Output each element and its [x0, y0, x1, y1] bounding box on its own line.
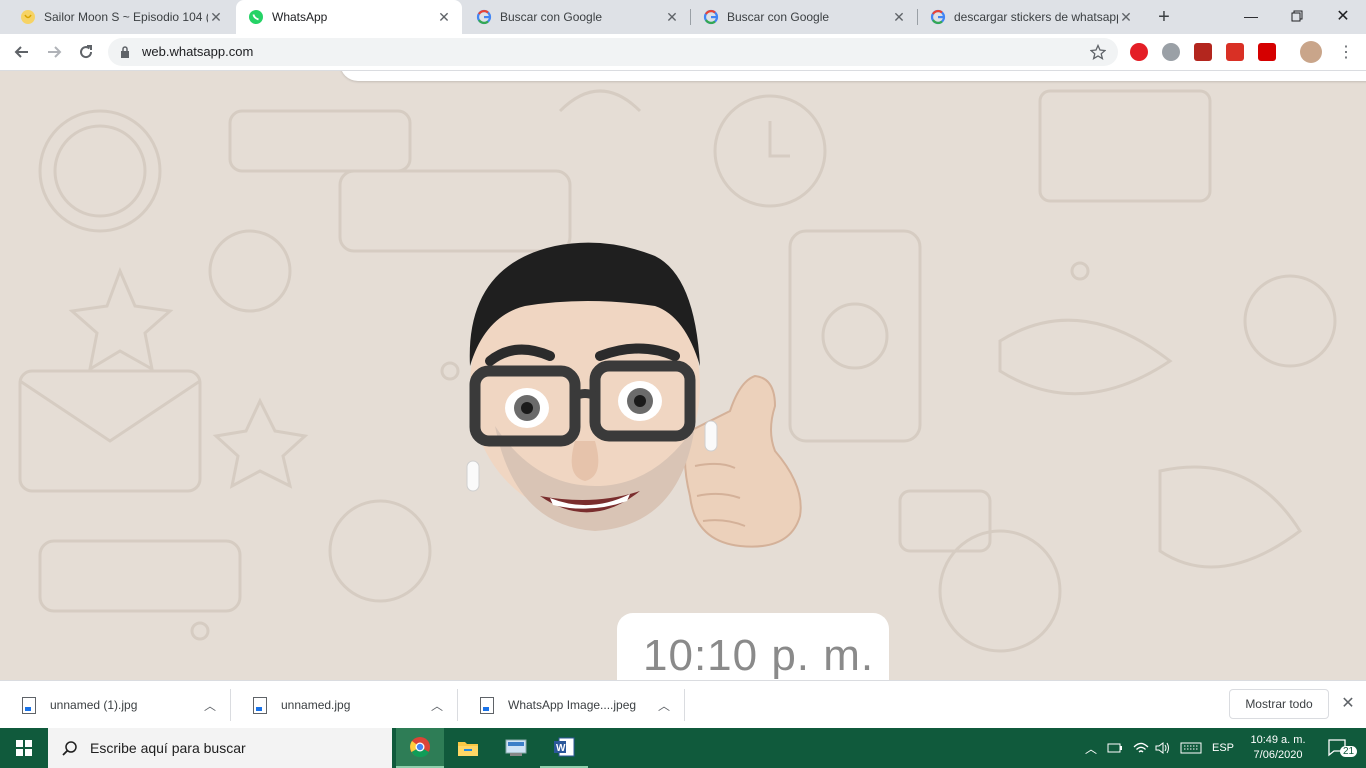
- close-tab-icon[interactable]: ✕: [891, 9, 907, 25]
- adblock-extension-icon[interactable]: [1226, 43, 1244, 61]
- download-item[interactable]: WhatsApp Image....jpeg ︿: [458, 681, 684, 729]
- address-bar[interactable]: web.whatsapp.com: [108, 38, 1118, 66]
- forward-arrow-icon: [48, 46, 62, 58]
- wifi-icon[interactable]: [1130, 728, 1152, 768]
- memoji-thumbs-up-sticker[interactable]: [455, 196, 815, 556]
- language-indicator[interactable]: ESP: [1206, 728, 1240, 768]
- close-tab-icon[interactable]: ✕: [208, 9, 224, 25]
- svg-text:W: W: [556, 743, 566, 754]
- forward-button[interactable]: [42, 40, 66, 64]
- url-text: web.whatsapp.com: [142, 44, 254, 59]
- show-hidden-icons[interactable]: ︿: [1082, 728, 1100, 768]
- close-window-button[interactable]: ✕: [1320, 0, 1366, 32]
- touch-keyboard-icon: [1180, 742, 1202, 754]
- volume-icon[interactable]: [1152, 728, 1174, 768]
- battery-icon: [1107, 743, 1122, 753]
- skype-extension-icon[interactable]: [1162, 43, 1180, 61]
- restore-icon: [1291, 10, 1303, 22]
- taskbar-word[interactable]: W: [540, 728, 588, 768]
- google-icon: [930, 9, 946, 25]
- power-icon[interactable]: [1104, 728, 1126, 768]
- tab-title: Sailor Moon S ~ Episodio 104 (: [44, 10, 208, 24]
- taskbar-search-box[interactable]: Escribe aquí para buscar: [48, 728, 392, 768]
- close-download-bar-icon[interactable]: ✕: [1338, 693, 1358, 713]
- google-icon: [703, 9, 719, 25]
- tab-google-1[interactable]: Buscar con Google ✕: [464, 0, 690, 34]
- sailor-moon-icon: [21, 10, 35, 24]
- reload-icon: [80, 45, 93, 59]
- menu-button[interactable]: ⋮: [1334, 40, 1358, 64]
- chevron-up-icon[interactable]: ︿: [204, 697, 216, 714]
- show-all-downloads-button[interactable]: Mostrar todo: [1229, 689, 1329, 719]
- message-time: 10:10 p. m.: [643, 631, 875, 680]
- start-button[interactable]: [0, 728, 48, 768]
- tab-whatsapp[interactable]: WhatsApp ✕: [236, 0, 462, 34]
- browser-toolbar: web.whatsapp.com ⋮: [0, 34, 1366, 71]
- download-filename: unnamed.jpg: [281, 698, 351, 712]
- close-tab-icon[interactable]: ✕: [664, 9, 680, 25]
- profile-avatar[interactable]: [1300, 41, 1322, 63]
- tab-strip: Sailor Moon S ~ Episodio 104 ( ✕ WhatsAp…: [0, 0, 1366, 34]
- image-file-icon: [22, 696, 36, 714]
- google-icon: [476, 9, 492, 25]
- image-file-icon: [253, 696, 267, 714]
- notification-badge: 21: [1340, 746, 1358, 757]
- control-panel-icon: [505, 739, 527, 756]
- bookmark-star-icon[interactable]: [1090, 44, 1106, 60]
- pdf-extension-icon[interactable]: [1194, 43, 1212, 61]
- search-icon: [62, 741, 77, 756]
- close-tab-icon[interactable]: ✕: [436, 9, 452, 25]
- taskbar-file-explorer[interactable]: [444, 728, 492, 768]
- minimize-button[interactable]: —: [1228, 0, 1274, 32]
- tab-title: Buscar con Google: [500, 10, 603, 24]
- clock-date: 7/06/2020: [1253, 749, 1303, 761]
- chat-area: 10:10 p. m.: [0, 71, 1366, 680]
- clock[interactable]: 10:49 a. m. 7/06/2020: [1244, 728, 1312, 768]
- restore-button[interactable]: [1274, 0, 1320, 32]
- tab-sailor-moon[interactable]: Sailor Moon S ~ Episodio 104 ( ✕: [8, 0, 234, 34]
- download-bar: unnamed (1).jpg ︿ unnamed.jpg ︿ WhatsApp…: [0, 680, 1366, 729]
- tab-google-2[interactable]: Buscar con Google ✕: [691, 0, 917, 34]
- folder-icon: [458, 742, 478, 756]
- download-item[interactable]: unnamed (1).jpg ︿: [0, 681, 230, 729]
- back-arrow-icon: [14, 46, 28, 58]
- close-tab-icon[interactable]: ✕: [1118, 9, 1134, 25]
- reload-button[interactable]: [74, 40, 98, 64]
- download-item[interactable]: unnamed.jpg ︿: [231, 681, 457, 729]
- mega-extension-icon[interactable]: [1258, 43, 1276, 61]
- back-button[interactable]: [10, 40, 34, 64]
- tab-title: descargar stickers de whatsapp: [954, 10, 1118, 24]
- chevron-up-icon[interactable]: ︿: [658, 697, 670, 714]
- speaker-icon: [1155, 742, 1169, 754]
- taskbar-chrome[interactable]: [396, 728, 444, 768]
- tab-google-3[interactable]: descargar stickers de whatsapp ✕: [918, 0, 1144, 34]
- action-center-button[interactable]: 21: [1318, 728, 1358, 768]
- download-filename: unnamed (1).jpg: [50, 698, 138, 712]
- download-separator: [684, 689, 685, 721]
- whatsapp-icon: [249, 10, 263, 24]
- image-file-icon: [480, 696, 494, 714]
- search-placeholder: Escribe aquí para buscar: [90, 740, 246, 756]
- windows-taskbar: Escribe aquí para buscar W ︿ ESP 10:49 a…: [0, 728, 1366, 768]
- new-tab-button[interactable]: +: [1152, 5, 1176, 29]
- clock-time: 10:49 a. m.: [1250, 734, 1306, 746]
- download-filename: WhatsApp Image....jpeg: [508, 698, 637, 712]
- previous-message-bubble: [340, 71, 1366, 81]
- network-icon: [1133, 742, 1149, 753]
- tab-title: Buscar con Google: [727, 10, 830, 24]
- tab-title: WhatsApp: [272, 10, 328, 24]
- lock-icon: [121, 46, 129, 58]
- keyboard-icon[interactable]: [1178, 728, 1204, 768]
- windows-logo-icon: [16, 740, 32, 756]
- taskbar-control-panel[interactable]: [492, 728, 540, 768]
- chevron-up-icon[interactable]: ︿: [431, 697, 443, 714]
- chrome-icon: [410, 737, 430, 758]
- opera-extension-icon[interactable]: [1130, 43, 1148, 61]
- word-icon: W: [554, 737, 575, 757]
